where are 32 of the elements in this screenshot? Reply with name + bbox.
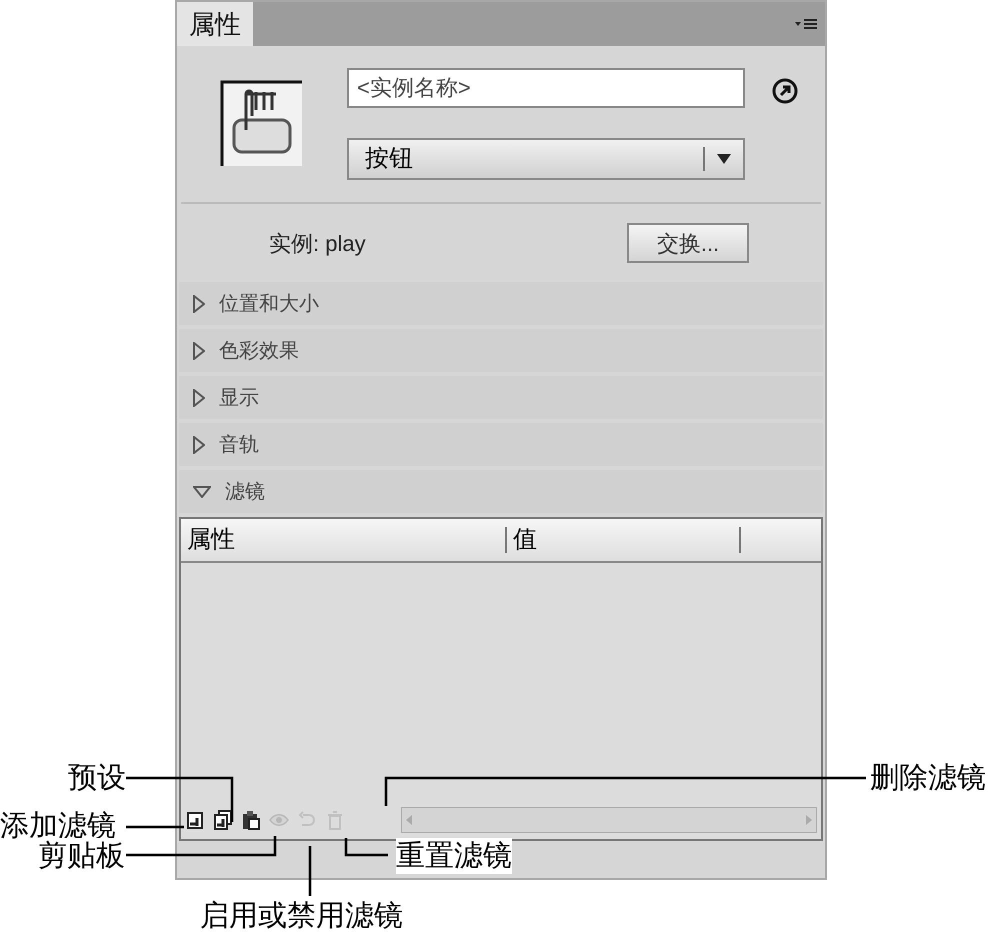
scroll-left-icon[interactable] <box>406 815 412 825</box>
column-header[interactable]: 属性 <box>181 527 507 553</box>
hand-button-symbol-icon <box>220 80 304 168</box>
section-header[interactable]: 滤镜 <box>179 470 823 513</box>
horizontal-scrollbar[interactable] <box>401 807 817 833</box>
section-header[interactable]: 色彩效果 <box>179 329 823 372</box>
panel-menu-icon[interactable] <box>795 16 817 32</box>
preset-icon[interactable] <box>213 810 233 830</box>
add-filter-icon[interactable] <box>185 810 205 830</box>
leader-line <box>344 838 388 856</box>
column-header[interactable]: 值 <box>507 527 741 553</box>
section-label: 位置和大小 <box>219 292 319 316</box>
panel-tab[interactable]: 属性 <box>177 2 253 46</box>
callout-label: 重置滤镜 <box>396 838 512 874</box>
instance-label: 实例: play <box>269 230 367 258</box>
dropdown-value: 按钮 <box>364 144 414 174</box>
clipboard-icon[interactable] <box>241 810 261 830</box>
section-label: 色彩效果 <box>219 338 299 364</box>
swap-button[interactable]: 交换... <box>627 223 749 263</box>
section-header[interactable]: 音轨 <box>179 423 823 466</box>
section-header[interactable]: 显示 <box>179 376 823 419</box>
instance-name-field[interactable]: <实例名称> <box>347 68 745 108</box>
section-label: 显示 <box>219 386 259 410</box>
section-label: 滤镜 <box>225 480 265 504</box>
arrow-circle-icon[interactable] <box>772 78 798 104</box>
type-dropdown[interactable]: 按钮 <box>347 138 745 180</box>
caret-icon <box>717 154 731 164</box>
section-header[interactable]: 位置和大小 <box>179 282 823 325</box>
section-label: 音轨 <box>219 432 259 458</box>
scroll-right-icon[interactable] <box>806 815 812 825</box>
leader-line <box>126 826 184 828</box>
leader-line <box>308 846 312 896</box>
